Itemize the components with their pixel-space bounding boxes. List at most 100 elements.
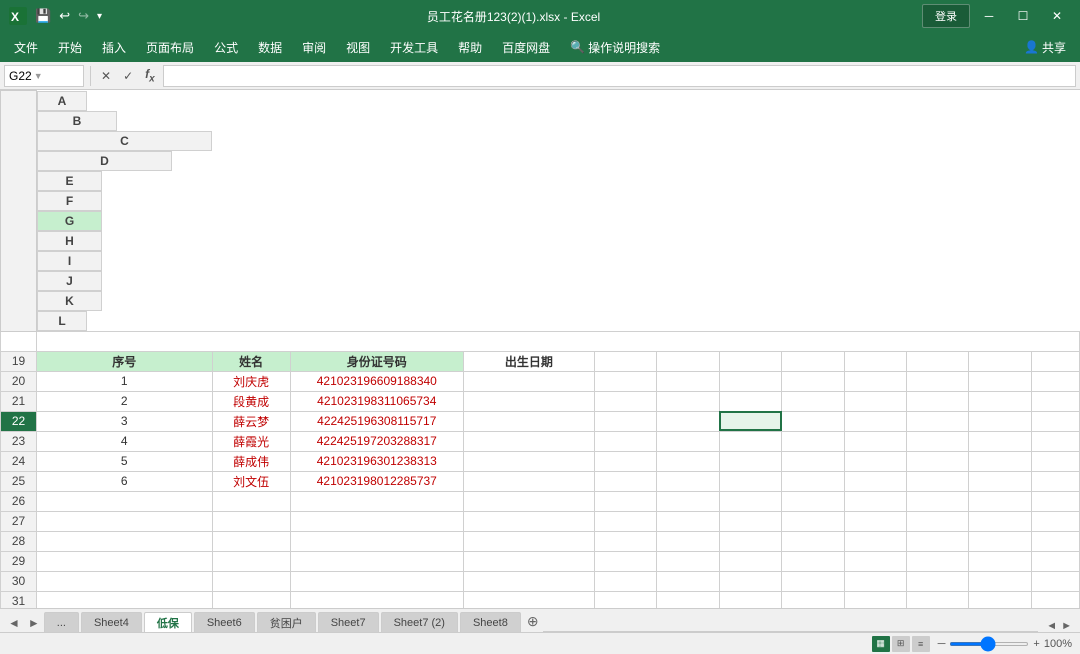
minimize-button[interactable]: ─	[974, 0, 1004, 32]
col-header-a[interactable]: A	[37, 91, 87, 111]
insert-function-button[interactable]: fx	[141, 65, 159, 86]
row-num-29[interactable]: 29	[1, 551, 37, 571]
cell-25-b[interactable]: 刘文伍	[212, 471, 290, 491]
cell-21-b[interactable]: 段黄成	[212, 391, 290, 411]
zoom-in-button[interactable]: +	[1033, 638, 1039, 650]
cell-22-c[interactable]: 422425196308115717	[290, 411, 463, 431]
cell-24-e[interactable]	[595, 451, 657, 471]
cell-20-g[interactable]	[719, 371, 781, 391]
cell-23-i[interactable]	[844, 431, 906, 451]
cell-19-c[interactable]: 身份证号码	[290, 351, 463, 371]
col-header-d[interactable]: D	[37, 151, 172, 171]
cell-22-d[interactable]	[463, 411, 594, 431]
cell-20-h[interactable]	[782, 371, 844, 391]
cell-25-a[interactable]: 6	[37, 471, 213, 491]
cell-20-l[interactable]	[1031, 371, 1079, 391]
sheet-tab-sheet6[interactable]: Sheet6	[194, 612, 255, 632]
confirm-formula-button[interactable]: ✓	[119, 67, 137, 85]
cell-24-j[interactable]	[907, 451, 969, 471]
menu-data[interactable]: 数据	[248, 35, 292, 60]
cell-23-k[interactable]	[969, 431, 1031, 451]
row-num-25[interactable]: 25	[1, 471, 37, 491]
cell-19-b[interactable]: 姓名	[212, 351, 290, 371]
zoom-out-button[interactable]: ─	[938, 638, 946, 650]
row-num-27[interactable]: 27	[1, 511, 37, 531]
row-num-31[interactable]: 31	[1, 591, 37, 608]
cell-25-j[interactable]	[907, 471, 969, 491]
row-num-30[interactable]: 30	[1, 571, 37, 591]
restore-button[interactable]: ☐	[1008, 0, 1038, 32]
sheet-tab-dibao[interactable]: 低保	[144, 612, 192, 632]
cell-20-i[interactable]	[844, 371, 906, 391]
row-num-21[interactable]: 21	[1, 391, 37, 411]
col-header-k[interactable]: K	[37, 291, 102, 311]
undo-icon[interactable]: ↩	[56, 6, 73, 26]
cell-25-f[interactable]	[657, 471, 719, 491]
row-num-19[interactable]: 19	[1, 351, 37, 371]
sheet-tab-ellipsis[interactable]: ...	[44, 612, 79, 632]
login-button[interactable]: 登录	[922, 4, 970, 28]
sheet-add-button[interactable]: ⊕	[523, 611, 543, 632]
menu-insert[interactable]: 插入	[92, 35, 136, 60]
cell-22-k[interactable]	[969, 411, 1031, 431]
cell-23-h[interactable]	[782, 431, 844, 451]
col-header-g[interactable]: G	[37, 211, 102, 231]
cell-19-g[interactable]	[719, 351, 781, 371]
cell-20-f[interactable]	[657, 371, 719, 391]
col-header-l[interactable]: L	[37, 311, 87, 331]
cell-20-b[interactable]: 刘庆虎	[212, 371, 290, 391]
menu-file[interactable]: 文件	[4, 35, 48, 60]
cell-23-l[interactable]	[1031, 431, 1079, 451]
cancel-formula-button[interactable]: ✕	[97, 67, 115, 85]
cell-23-b[interactable]: 薛霞光	[212, 431, 290, 451]
row-num-23[interactable]: 23	[1, 431, 37, 451]
sheet-tab-sheet7-2[interactable]: Sheet7 (2)	[381, 612, 458, 632]
cell-22-l[interactable]	[1031, 411, 1079, 431]
cell-22-a[interactable]: 3	[37, 411, 213, 431]
cell-21-k[interactable]	[969, 391, 1031, 411]
cell-25-e[interactable]	[595, 471, 657, 491]
cell-25-i[interactable]	[844, 471, 906, 491]
cell-25-k[interactable]	[969, 471, 1031, 491]
cell-21-i[interactable]	[844, 391, 906, 411]
customize-icon[interactable]: ▾	[94, 9, 105, 24]
page-layout-view-button[interactable]: ⊞	[892, 636, 910, 652]
cell-19-f[interactable]	[657, 351, 719, 371]
cell-24-k[interactable]	[969, 451, 1031, 471]
cell-21-j[interactable]	[907, 391, 969, 411]
cell-24-a[interactable]: 5	[37, 451, 213, 471]
scroll-right-icon[interactable]: ►	[1061, 620, 1072, 632]
cell-24-i[interactable]	[844, 451, 906, 471]
cell-25-g[interactable]	[719, 471, 781, 491]
cell-24-l[interactable]	[1031, 451, 1079, 471]
cell-24-d[interactable]	[463, 451, 594, 471]
cell-reference-box[interactable]: G22 ▼	[4, 65, 84, 87]
col-header-f[interactable]: F	[37, 191, 102, 211]
cell-22-g[interactable]	[719, 411, 781, 431]
cell-19-d[interactable]: 出生日期	[463, 351, 594, 371]
cell-20-c[interactable]: 421023196609188340	[290, 371, 463, 391]
cell-23-a[interactable]: 4	[37, 431, 213, 451]
menu-review[interactable]: 审阅	[292, 35, 336, 60]
cell-19-l[interactable]	[1031, 351, 1079, 371]
menu-help[interactable]: 帮助	[448, 35, 492, 60]
sheet-prev-nav[interactable]: ◄	[4, 614, 24, 632]
cell-24-f[interactable]	[657, 451, 719, 471]
cell-25-c[interactable]: 421023198012285737	[290, 471, 463, 491]
menu-share[interactable]: 👤 共享	[1014, 35, 1076, 60]
cell-22-j[interactable]	[907, 411, 969, 431]
sheet-tab-sheet4[interactable]: Sheet4	[81, 612, 142, 632]
col-header-i[interactable]: I	[37, 251, 102, 271]
cell-19-e[interactable]	[595, 351, 657, 371]
page-break-view-button[interactable]: ≡	[912, 636, 930, 652]
row-num-24[interactable]: 24	[1, 451, 37, 471]
cell-23-g[interactable]	[719, 431, 781, 451]
cell-21-h[interactable]	[782, 391, 844, 411]
scroll-left-icon[interactable]: ◄	[1046, 620, 1057, 632]
cell-21-f[interactable]	[657, 391, 719, 411]
cell-24-g[interactable]	[719, 451, 781, 471]
sheet-tab-sheet7[interactable]: Sheet7	[318, 612, 379, 632]
row-num-20[interactable]: 20	[1, 371, 37, 391]
cell-20-a[interactable]: 1	[37, 371, 213, 391]
menu-home[interactable]: 开始	[48, 35, 92, 60]
